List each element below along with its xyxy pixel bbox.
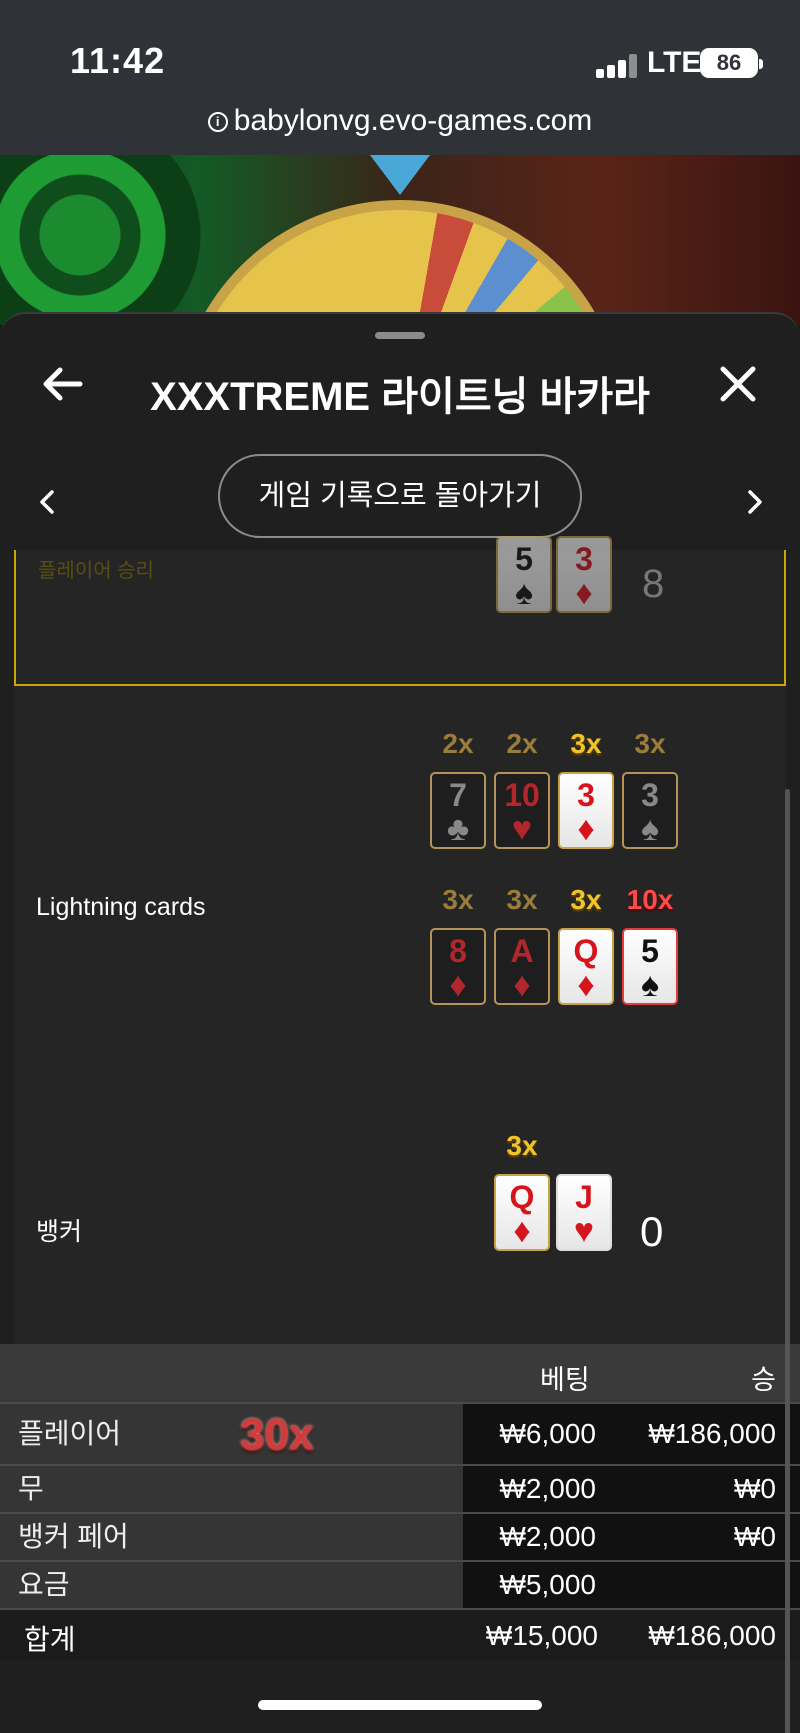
lightning-card: 10 ♥ bbox=[494, 772, 550, 849]
lightning-card: 3 ♠ bbox=[622, 772, 678, 849]
card-rank: 7 bbox=[449, 777, 467, 813]
close-icon[interactable] bbox=[718, 364, 758, 404]
player-card-1: 5 ♠ bbox=[496, 536, 552, 613]
card-rank: 3 bbox=[641, 777, 659, 813]
home-indicator[interactable] bbox=[258, 1700, 542, 1710]
money-wheel-image bbox=[175, 200, 625, 325]
bets-table: 베팅 승 플레이어 30x ₩6,000 ₩186,000 무 ₩2,000 ₩… bbox=[0, 1344, 800, 1660]
card-rank: A bbox=[510, 933, 534, 969]
lightning-card: 3 ♦ bbox=[558, 772, 614, 849]
card-rank: 5 bbox=[515, 541, 533, 577]
lightning-multiplier: 10x bbox=[626, 884, 674, 915]
player-result-row: 플레이어 승리 5 ♠ 3 ♦ 8 bbox=[14, 536, 786, 686]
total-win: ₩186,000 bbox=[648, 1620, 776, 1651]
banker-card-2: J ♥ bbox=[556, 1174, 612, 1251]
banker-label: 뱅커 bbox=[36, 1218, 83, 1246]
card-rank: 3 bbox=[575, 541, 593, 577]
lightning-multiplier: 3x bbox=[634, 728, 666, 759]
diamond-icon: ♦ bbox=[575, 574, 593, 612]
column-bet: 베팅 bbox=[540, 1365, 590, 1395]
banker-multiplier: 3x bbox=[506, 1130, 538, 1161]
card-rank: 8 bbox=[449, 933, 467, 969]
spade-icon: ♠ bbox=[514, 574, 534, 612]
status-time: 11:42 bbox=[70, 40, 166, 81]
bet-amount: ₩2,000 bbox=[463, 1514, 598, 1560]
table-row: 무 ₩2,000 ₩0 bbox=[0, 1464, 800, 1512]
chevron-right-icon[interactable] bbox=[740, 482, 770, 522]
bet-amount: ₩5,000 bbox=[463, 1562, 598, 1608]
card-rank: Q bbox=[509, 1179, 535, 1215]
bets-table-header: 베팅 승 bbox=[0, 1344, 800, 1402]
info-icon: i bbox=[207, 112, 228, 132]
total-bet: ₩15,000 bbox=[485, 1620, 598, 1651]
table-row: 요금 ₩5,000 bbox=[0, 1560, 800, 1608]
banker-total: 0 bbox=[640, 1208, 664, 1255]
lightning-multiplier: 3x bbox=[442, 884, 474, 915]
diamond-icon: ♦ bbox=[577, 966, 595, 1004]
network-type: LTE bbox=[647, 46, 702, 79]
bet-name: 뱅커 페어 bbox=[0, 1514, 463, 1560]
win-amount bbox=[598, 1562, 800, 1608]
lightning-multiplier: 2x bbox=[442, 728, 474, 759]
total-row: 합계 ₩15,000 ₩186,000 bbox=[0, 1608, 800, 1660]
diamond-icon: ♦ bbox=[513, 1212, 531, 1250]
column-win: 승 bbox=[751, 1365, 776, 1395]
bet-name: 요금 bbox=[0, 1562, 463, 1608]
bet-amount: ₩2,000 bbox=[463, 1466, 598, 1512]
sheet-title: XXXTREME 라이트닝 바카라 bbox=[150, 375, 650, 419]
game-background bbox=[0, 155, 800, 325]
win-amount: ₩0 bbox=[598, 1514, 800, 1560]
card-rank: 10 bbox=[504, 777, 540, 813]
lightning-multiplier: 3x bbox=[570, 884, 602, 915]
game-history-sheet: XXXTREME 라이트닝 바카라 게임 기록으로 돌아가기 플레이어 승리 5… bbox=[0, 312, 800, 1733]
lightning-card: A ♦ bbox=[494, 928, 550, 1005]
lightning-multiplier: 3x bbox=[506, 884, 538, 915]
diamond-icon: ♦ bbox=[513, 966, 531, 1004]
card-rank: J bbox=[575, 1179, 593, 1215]
spade-icon: ♠ bbox=[640, 810, 660, 848]
table-row: 뱅커 페어 ₩2,000 ₩0 bbox=[0, 1512, 800, 1560]
player-win-label: 플레이어 승리 bbox=[38, 560, 154, 582]
card-rank: 5 bbox=[641, 933, 659, 969]
heart-icon: ♥ bbox=[511, 810, 533, 848]
heart-icon: ♥ bbox=[573, 1212, 595, 1250]
status-bar: 11:42 LTE 86 i babylonvg.evo-games.com bbox=[0, 0, 800, 155]
signal-icon bbox=[596, 54, 638, 78]
lightning-multiplier: 3x bbox=[570, 728, 602, 759]
bet-amount: ₩6,000 bbox=[463, 1404, 598, 1464]
diamond-icon: ♦ bbox=[449, 966, 467, 1004]
url-bar[interactable]: i babylonvg.evo-games.com bbox=[0, 104, 800, 138]
lightning-card: 5 ♠ bbox=[622, 928, 678, 1005]
url-text: babylonvg.evo-games.com bbox=[233, 104, 593, 137]
bet-name: 무 bbox=[0, 1466, 463, 1512]
club-icon: ♣ bbox=[446, 810, 470, 848]
lightning-cards-label: Lightning cards bbox=[36, 893, 206, 921]
wheel-pointer bbox=[370, 155, 430, 195]
diamond-icon: ♦ bbox=[577, 810, 595, 848]
battery-icon: 86 bbox=[700, 48, 763, 78]
win-amount: ₩0 bbox=[598, 1466, 800, 1512]
banker-card-1: Q ♦ bbox=[494, 1174, 550, 1251]
total-label: 합계 bbox=[24, 1624, 76, 1655]
spade-icon: ♠ bbox=[640, 966, 660, 1004]
lightning-multiplier: 2x bbox=[506, 728, 538, 759]
back-to-history-button[interactable]: 게임 기록으로 돌아가기 bbox=[218, 454, 582, 538]
table-row: 플레이어 30x ₩6,000 ₩186,000 bbox=[0, 1402, 800, 1464]
player-card-2: 3 ♦ bbox=[556, 536, 612, 613]
win-amount: ₩186,000 bbox=[598, 1404, 800, 1464]
player-total: 8 bbox=[642, 562, 665, 606]
lightning-card: Q ♦ bbox=[558, 928, 614, 1005]
sheet-grabber[interactable] bbox=[375, 332, 425, 339]
scrollbar[interactable] bbox=[785, 789, 790, 1733]
lightning-card: 7 ♣ bbox=[430, 772, 486, 849]
bet-name: 플레이어 bbox=[0, 1404, 463, 1464]
card-rank: Q bbox=[573, 933, 599, 969]
lightning-card: 8 ♦ bbox=[430, 928, 486, 1005]
total-multiplier-badge: 30x bbox=[240, 1410, 314, 1459]
chevron-left-icon[interactable] bbox=[32, 482, 62, 522]
card-rank: 3 bbox=[577, 777, 595, 813]
